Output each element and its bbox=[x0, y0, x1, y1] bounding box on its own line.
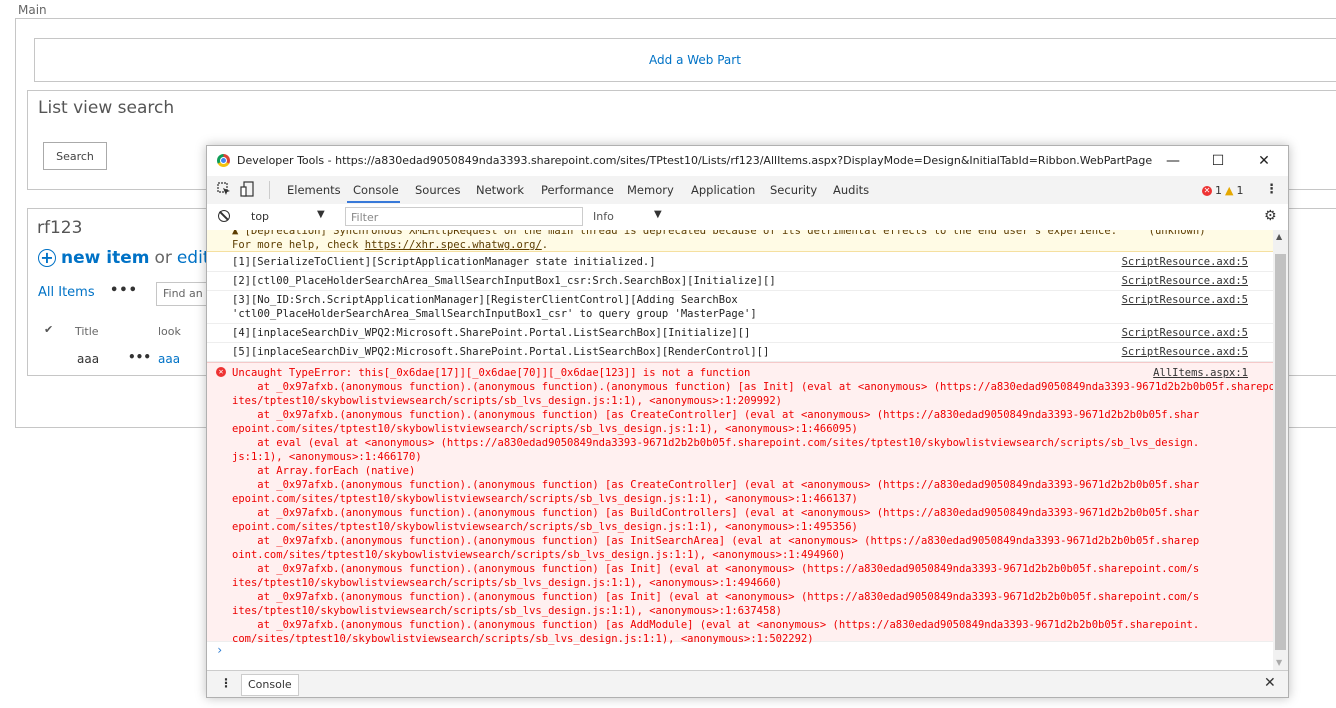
zone-label: Main bbox=[18, 3, 47, 17]
drawer-tab-console[interactable]: Console bbox=[241, 674, 299, 696]
close-icon[interactable]: ✕ bbox=[1264, 675, 1276, 691]
tab-memory[interactable]: Memory bbox=[627, 183, 674, 197]
devtools-tabbar: Elements Console Sources Network Perform… bbox=[207, 176, 1288, 205]
console-scrollbar[interactable]: ▲ ▼ bbox=[1273, 230, 1288, 670]
devtools-window: Developer Tools - https://a830edad905084… bbox=[206, 145, 1289, 698]
warning-icon: ▲ bbox=[1225, 184, 1234, 197]
tab-application[interactable]: Application bbox=[691, 183, 755, 197]
close-icon[interactable]: ✕ bbox=[1253, 151, 1275, 171]
tab-network[interactable]: Network bbox=[476, 183, 524, 197]
error-count: 1 bbox=[1215, 184, 1222, 197]
error-stack: Uncaught TypeError: this[_0x6dae[17]][_0… bbox=[232, 367, 1273, 645]
warning-help-prefix: For more help, check bbox=[232, 239, 365, 251]
error-warning-counter[interactable]: ✕ 1 ▲ 1 bbox=[1202, 184, 1243, 197]
message-source-link[interactable]: ScriptResource.axd:5 bbox=[1122, 274, 1248, 288]
row-title[interactable]: aaa bbox=[77, 352, 99, 366]
message-source-link[interactable]: ScriptResource.axd:5 bbox=[1122, 293, 1248, 307]
devtools-menu-icon[interactable]: ⋮ bbox=[1265, 182, 1278, 197]
console-message: [5][inplaceSearchDiv_WPQ2:Microsoft.Shar… bbox=[207, 343, 1273, 362]
console-error: ✕ Uncaught TypeError: this[_0x6dae[17]][… bbox=[207, 362, 1273, 645]
message-text: [2][ctl00_PlaceHolderSearchArea_SmallSea… bbox=[232, 275, 776, 287]
console-filterbar: top ▼ Filter Info ▼ ⚙ bbox=[207, 204, 1288, 231]
devtools-titlebar[interactable]: Developer Tools - https://a830edad905084… bbox=[207, 146, 1288, 176]
message-text: [4][inplaceSearchDiv_WPQ2:Microsoft.Shar… bbox=[232, 327, 751, 339]
scroll-down-icon[interactable]: ▼ bbox=[1276, 658, 1282, 667]
warning-count: 1 bbox=[1236, 184, 1244, 197]
error-source-link[interactable]: AllItems.aspx:1 bbox=[1153, 366, 1248, 380]
all-items-view[interactable]: All Items bbox=[38, 285, 95, 300]
message-source-link[interactable]: ScriptResource.axd:5 bbox=[1122, 255, 1248, 269]
message-source-link[interactable]: ScriptResource.axd:5 bbox=[1122, 326, 1248, 340]
search-button[interactable]: Search bbox=[43, 142, 107, 170]
column-header-title[interactable]: Title bbox=[75, 325, 99, 338]
warning-help: For more help, check https://xhr.spec.wh… bbox=[232, 238, 548, 252]
chevron-down-icon[interactable]: ▼ bbox=[654, 209, 662, 220]
console-message: [3][No_ID:Srch.ScriptApplicationManager]… bbox=[207, 291, 1273, 324]
warning-help-link[interactable]: https://xhr.spec.whatwg.org/ bbox=[365, 239, 542, 251]
active-tab-indicator bbox=[347, 201, 400, 203]
tab-separator bbox=[269, 181, 270, 199]
add-webpart-link[interactable]: Add a Web Part bbox=[34, 38, 1336, 82]
error-icon: ✕ bbox=[216, 367, 226, 377]
tab-audits[interactable]: Audits bbox=[833, 183, 869, 197]
console-output: ▲ [Deprecation] Synchronous XMLHttpReque… bbox=[207, 230, 1273, 670]
drawer-menu-icon[interactable]: ⋮ bbox=[220, 676, 232, 690]
column-header-look[interactable]: look bbox=[158, 325, 181, 338]
select-all-checkmark[interactable]: ✔ bbox=[44, 323, 53, 336]
row-look-link[interactable]: aaa bbox=[158, 352, 180, 366]
plus-icon[interactable]: + bbox=[38, 249, 56, 267]
tab-performance[interactable]: Performance bbox=[541, 183, 614, 197]
console-message: [4][inplaceSearchDiv_WPQ2:Microsoft.Shar… bbox=[207, 324, 1273, 343]
clear-console-icon[interactable] bbox=[218, 210, 230, 222]
message-text: [5][inplaceSearchDiv_WPQ2:Microsoft.Shar… bbox=[232, 346, 770, 358]
view-more-button[interactable]: ••• bbox=[110, 283, 138, 298]
chrome-icon bbox=[217, 154, 230, 167]
console-message: [1][SerializeToClient][ScriptApplication… bbox=[207, 253, 1273, 272]
devtools-title: Developer Tools - https://a830edad905084… bbox=[237, 154, 1153, 167]
log-level-selector[interactable]: Info bbox=[593, 210, 614, 223]
warning-line: ▲ [Deprecation] Synchronous XMLHttpReque… bbox=[232, 230, 1206, 237]
scrollbar-thumb[interactable] bbox=[1275, 254, 1286, 650]
row-more-button[interactable]: ••• bbox=[128, 350, 151, 364]
message-text: [3][No_ID:Srch.ScriptApplicationManager]… bbox=[232, 294, 757, 320]
chevron-down-icon[interactable]: ▼ bbox=[317, 209, 325, 220]
edit-link[interactable]: edit bbox=[177, 248, 210, 268]
tab-elements[interactable]: Elements bbox=[287, 183, 341, 197]
gear-icon[interactable]: ⚙ bbox=[1264, 208, 1277, 224]
inspect-icon[interactable] bbox=[217, 182, 231, 196]
message-source-link[interactable]: ScriptResource.axd:5 bbox=[1122, 345, 1248, 359]
maximize-icon[interactable]: ☐ bbox=[1207, 151, 1229, 171]
console-prompt[interactable]: › bbox=[216, 643, 223, 657]
filter-input[interactable]: Filter bbox=[345, 207, 583, 226]
device-toolbar-icon[interactable] bbox=[240, 181, 254, 197]
tab-security[interactable]: Security bbox=[770, 183, 817, 197]
error-icon: ✕ bbox=[1202, 185, 1212, 196]
scroll-up-icon[interactable]: ▲ bbox=[1276, 232, 1282, 241]
tab-console[interactable]: Console bbox=[353, 183, 399, 197]
new-item-bar: + new item or edit bbox=[38, 248, 209, 268]
message-text: [1][SerializeToClient][ScriptApplication… bbox=[232, 256, 656, 268]
new-item-link[interactable]: new item bbox=[61, 248, 149, 268]
minimize-icon[interactable]: — bbox=[1162, 151, 1184, 171]
console-warning: ▲ [Deprecation] Synchronous XMLHttpReque… bbox=[207, 230, 1273, 252]
context-selector[interactable]: top bbox=[251, 210, 269, 223]
console-message: [2][ctl00_PlaceHolderSearchArea_SmallSea… bbox=[207, 272, 1273, 291]
or-text: or bbox=[154, 248, 172, 268]
list-title: rf123 bbox=[37, 218, 83, 238]
lvs-title: List view search bbox=[38, 98, 175, 118]
tab-sources[interactable]: Sources bbox=[415, 183, 461, 197]
devtools-drawer: ⋮ Console ✕ bbox=[207, 670, 1288, 697]
warning-help-suffix: . bbox=[541, 239, 549, 251]
